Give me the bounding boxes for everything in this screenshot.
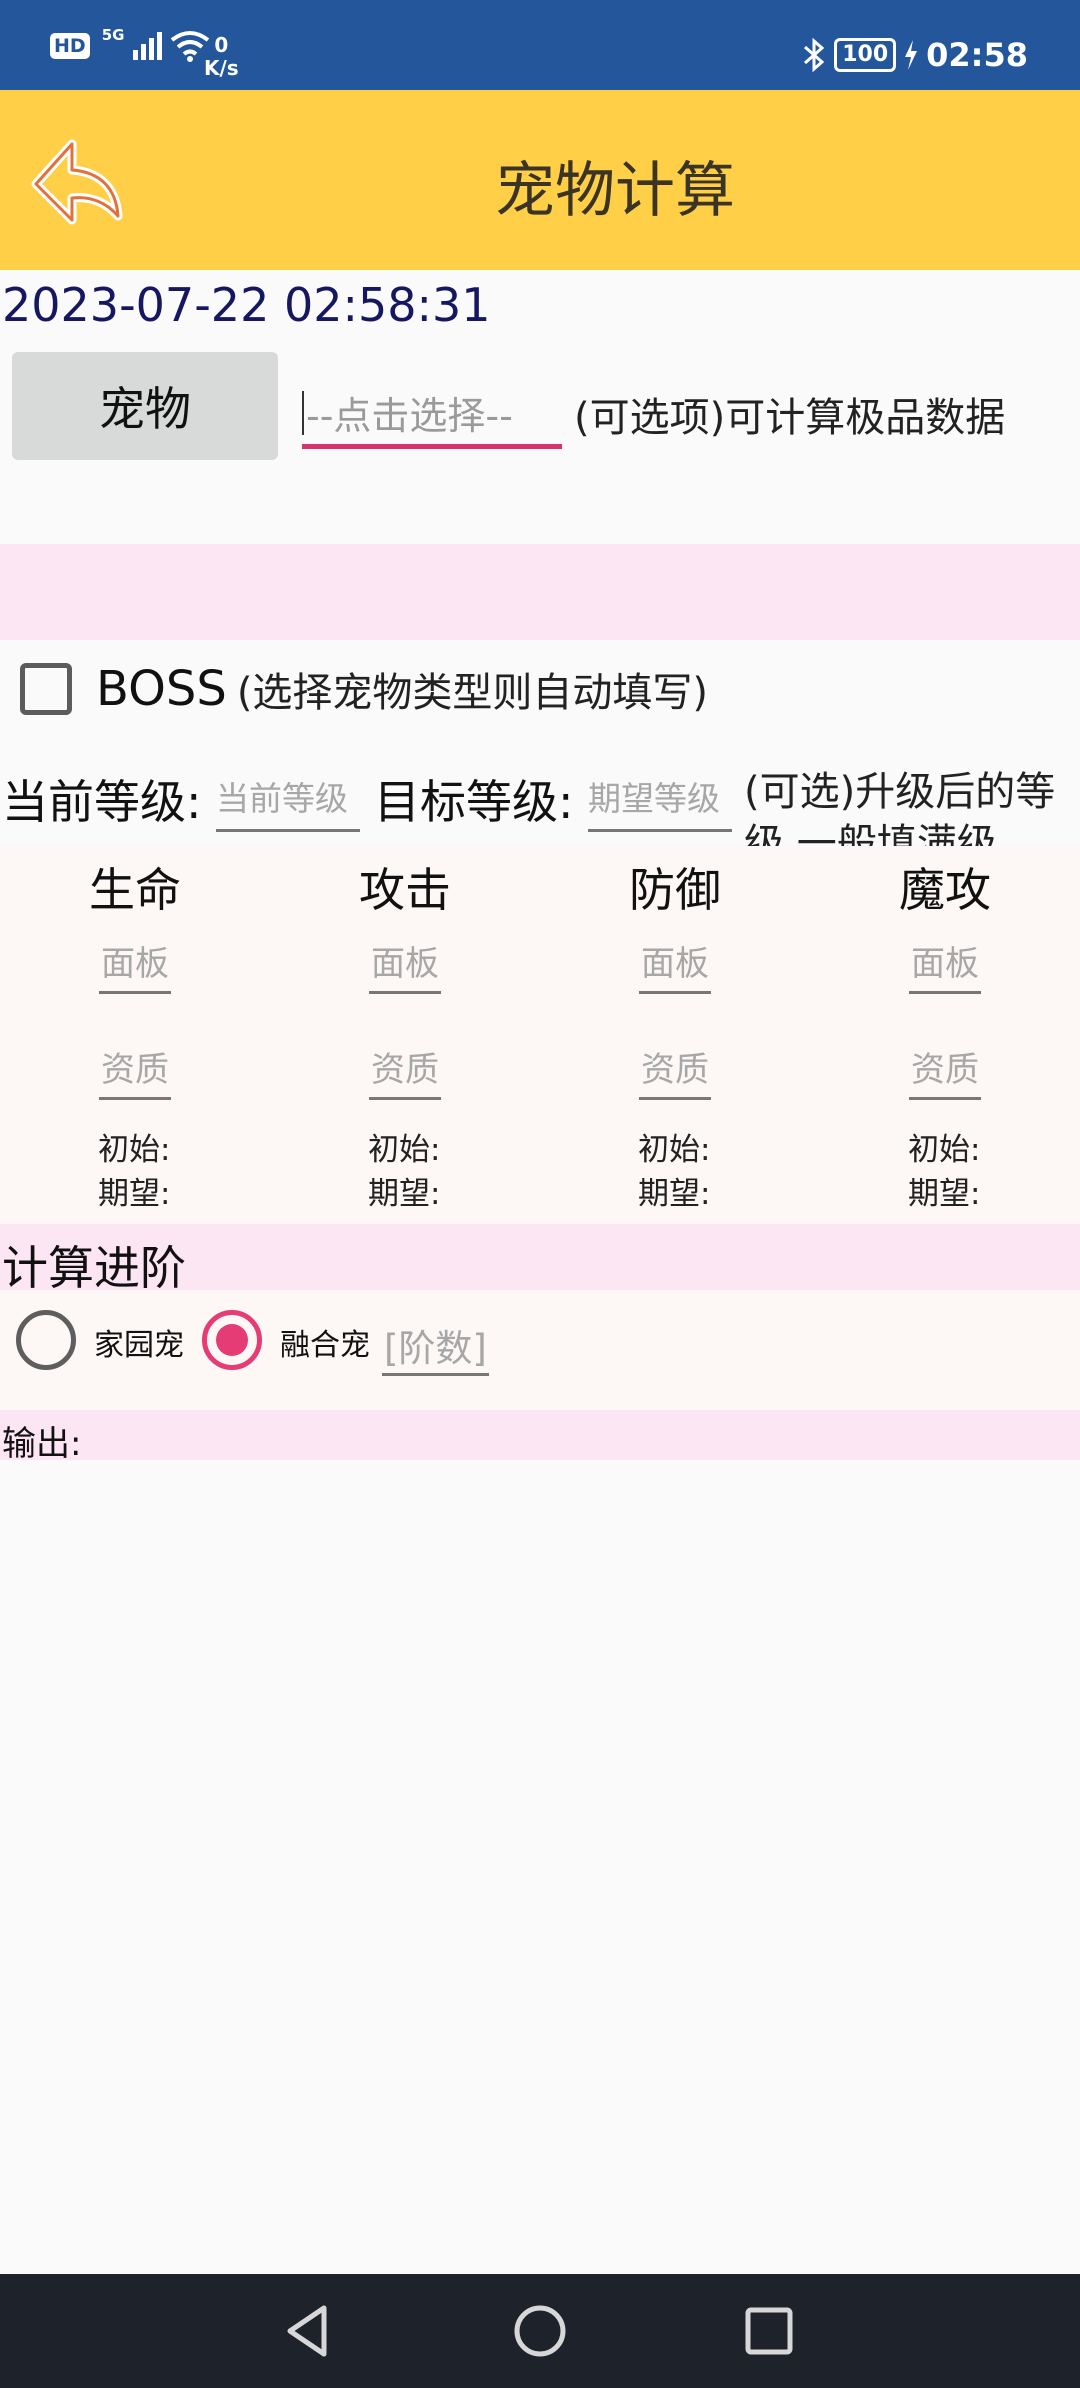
initial-label: 初始: [638,1132,711,1168]
battery-indicator: 100 [834,38,897,72]
status-bar: HD 5G 0 K/s 100 02:58 [0,0,1080,90]
panel-input[interactable]: 面板 [369,936,441,994]
boss-checkbox[interactable] [20,663,72,715]
output-label: 输出: [2,1424,82,1464]
stat-name: 防御 [629,863,721,917]
stat-name: 攻击 [359,863,451,917]
panel-input[interactable]: 面板 [99,936,171,994]
initial-label: 初始: [908,1132,981,1168]
target-level-label: 目标等级: [374,775,574,829]
stat-results: 初始: 期望: [540,1128,810,1216]
panel-input[interactable]: 面板 [909,936,981,994]
panel-input[interactable]: 面板 [639,936,711,994]
radio-home-pet[interactable] [16,1310,76,1370]
network-type: 5G [101,26,125,44]
radio-label-home-pet[interactable]: 家园宠 [94,1320,184,1364]
stat-results: 初始: 期望: [810,1128,1080,1216]
stat-column-hp: 生命 面板 资质 初始: 期望: [0,846,270,1216]
boss-hint: (选择宠物类型则自动填写) [236,670,709,716]
nav-recents-icon[interactable] [738,2300,800,2362]
target-level-input[interactable]: 期望等级 [588,772,732,832]
speed-unit: K/s [204,56,239,80]
quality-input[interactable]: 资质 [369,1042,441,1100]
pet-select-field[interactable]: --点击选择-- [302,385,562,449]
quality-input[interactable]: 资质 [99,1042,171,1100]
status-right: 100 02:58 [802,36,1028,74]
quality-input[interactable]: 资质 [639,1042,711,1100]
status-left: HD 5G [50,26,210,62]
boss-label[interactable]: BOSS [96,661,227,717]
radio-label-fusion-pet[interactable]: 融合宠 [280,1320,370,1364]
initial-label: 初始: [368,1132,441,1168]
stat-column-defense: 防御 面板 资质 初始: 期望: [540,846,810,1216]
advance-title: 计算进阶 [2,1241,186,1295]
initial-label: 初始: [98,1132,171,1168]
signal-icon [133,32,163,60]
pet-select-hint: (可选项)可计算极品数据 [574,395,1006,441]
stat-column-magic-attack: 魔攻 面板 资质 初始: 期望: [810,846,1080,1216]
nav-back-icon[interactable] [278,2300,340,2362]
pet-info-band [0,544,1080,640]
level-row: 当前等级: 当前等级 目标等级: 期望等级 (可选)升级后的等级,一般填满级 [0,762,1080,846]
charging-icon [905,40,918,70]
page-title: 宠物计算 [495,156,735,226]
datetime-label: 2023-07-22 02:58:31 [2,278,491,332]
stat-results: 初始: 期望: [270,1128,540,1216]
hd-badge: HD [50,33,90,59]
stat-name: 生命 [89,863,181,917]
stats-area: 生命 面板 资质 初始: 期望: 攻击 面板 资质 初始: 期望: 防御 面板 … [0,846,1080,1224]
radio-fusion-pet[interactable] [202,1310,262,1370]
system-nav-bar [0,2274,1080,2388]
network-speed: 0 K/s [204,34,239,80]
boss-row: BOSS (选择宠物类型则自动填写) [20,660,708,718]
stat-name: 魔攻 [899,863,991,917]
target-level-hint: (可选)升级后的等级,一般填满级 [744,769,1056,846]
expected-label: 期望: [638,1176,711,1212]
text-cursor [302,391,304,435]
quality-input[interactable]: 资质 [909,1042,981,1100]
current-level-input[interactable]: 当前等级 [216,772,360,832]
bluetooth-icon [804,38,825,72]
expected-label: 期望: [908,1176,981,1212]
app-header: 宠物计算 [0,90,1080,270]
pet-button[interactable]: 宠物 [12,352,278,460]
stat-results: 初始: 期望: [0,1128,270,1216]
expected-label: 期望: [98,1176,171,1212]
expected-label: 期望: [368,1176,441,1212]
stat-column-attack: 攻击 面板 资质 初始: 期望: [270,846,540,1216]
output-band [0,1410,1080,1460]
current-level-label: 当前等级: [2,775,202,829]
tier-input[interactable]: [阶数] [382,1318,489,1376]
speed-value: 0 [214,33,229,57]
pet-type-radio-group: 家园宠 融合宠 [阶数] [0,1290,1080,1410]
pet-select-placeholder: --点击选择-- [306,394,513,438]
nav-home-icon[interactable] [509,2300,571,2362]
clock: 02:58 [926,36,1028,74]
